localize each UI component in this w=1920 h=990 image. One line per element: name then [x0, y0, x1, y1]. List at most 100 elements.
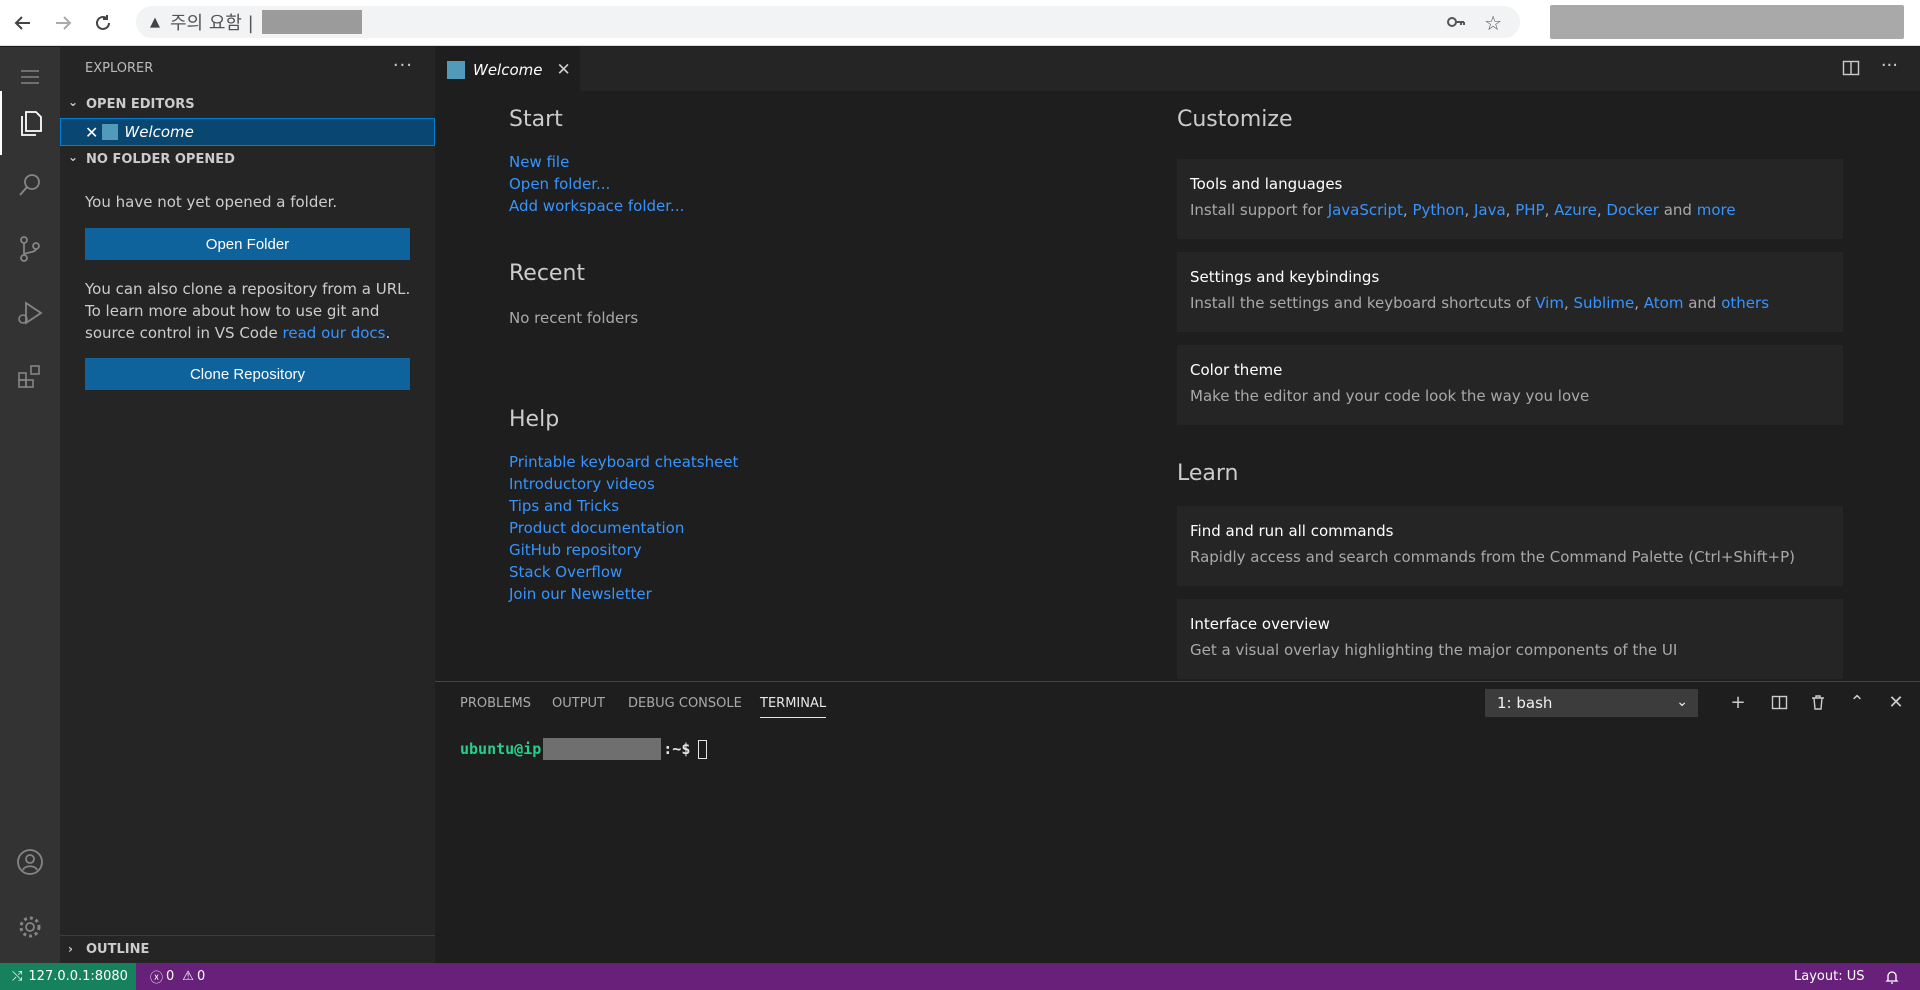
warning-icon: ⚠ [182, 969, 194, 984]
and-text: and [1663, 201, 1692, 219]
security-label: 주의 요함 | [170, 13, 254, 34]
tips-tricks-link[interactable]: Tips and Tricks [509, 497, 619, 515]
new-terminal-icon[interactable]: + [1726, 690, 1750, 714]
find-run-commands-card[interactable]: Find and run all commands Rapidly access… [1177, 506, 1843, 586]
reload-icon [96, 14, 110, 30]
back-button[interactable] [6, 6, 40, 40]
sublime-link[interactable]: Sublime [1573, 294, 1634, 312]
editor-more-actions-icon[interactable]: ··· [1881, 55, 1898, 76]
card-desc-prefix: Install the settings and keyboard shortc… [1190, 294, 1536, 312]
kill-terminal-icon[interactable] [1806, 690, 1830, 714]
github-repo-link[interactable]: GitHub repository [509, 541, 642, 559]
java-link[interactable]: Java [1474, 201, 1506, 219]
docker-link[interactable]: Docker [1606, 201, 1659, 219]
open-editor-item-welcome[interactable]: ✕ Welcome [60, 118, 435, 146]
search-button[interactable] [0, 155, 60, 215]
clone-text-line-3: source control in VS Code read our docs. [85, 322, 415, 344]
card-title: Tools and languages [1190, 175, 1343, 193]
back-icon [14, 15, 30, 30]
source-control-button[interactable] [0, 219, 60, 279]
color-theme-card[interactable]: Color theme Make the editor and your cod… [1177, 345, 1843, 425]
no-folder-header[interactable]: ⌄ NO FOLDER OPENED [60, 147, 435, 171]
atom-link[interactable]: Atom [1644, 294, 1684, 312]
terminal-prompt[interactable]: ubuntu@ip :~$ [460, 738, 708, 760]
recent-heading: Recent [509, 261, 586, 286]
bookmark-star-icon[interactable]: ☆ [1484, 11, 1502, 35]
close-tab-icon[interactable]: ✕ [557, 60, 571, 80]
status-bar: ⤭ 127.0.0.1:8080 ⓧ 0 ⚠ 0 Layout: US [0, 963, 1920, 990]
prompt-suffix: :~$ [663, 740, 691, 758]
outline-header[interactable]: › OUTLINE [60, 935, 435, 963]
javascript-link[interactable]: JavaScript [1328, 201, 1403, 219]
forward-button[interactable] [46, 6, 80, 40]
customize-heading: Customize [1177, 107, 1293, 132]
php-link[interactable]: PHP [1515, 201, 1544, 219]
keyboard-cheatsheet-link[interactable]: Printable keyboard cheatsheet [509, 453, 738, 471]
tab-output[interactable]: OUTPUT [552, 696, 605, 711]
prompt-user: ubuntu@ip [460, 740, 542, 758]
read-docs-link[interactable]: read our docs [283, 324, 386, 342]
keyboard-layout[interactable]: Layout: US [1794, 963, 1864, 990]
open-editors-header[interactable]: ⌄ OPEN EDITORS [60, 92, 435, 116]
interface-overview-card[interactable]: Interface overview Get a visual overlay … [1177, 599, 1843, 679]
more-actions-icon[interactable]: ··· [393, 55, 413, 76]
close-panel-icon[interactable]: ✕ [1884, 690, 1908, 714]
key-icon[interactable] [1446, 12, 1466, 36]
problems-status[interactable]: ⓧ 0 ⚠ 0 [150, 963, 205, 990]
intro-videos-link[interactable]: Introductory videos [509, 475, 655, 493]
extensions-button[interactable] [0, 347, 60, 407]
run-debug-icon [18, 301, 43, 325]
more-link[interactable]: more [1697, 201, 1736, 219]
explorer-button[interactable] [0, 91, 60, 155]
open-folder-link[interactable]: Open folder... [509, 175, 610, 193]
run-debug-button[interactable] [0, 283, 60, 343]
remote-indicator[interactable]: ⤭ 127.0.0.1:8080 [0, 963, 136, 990]
add-workspace-folder-link[interactable]: Add workspace folder... [509, 197, 684, 215]
clone-repository-button[interactable]: Clone Repository [85, 358, 410, 390]
manage-button[interactable] [0, 897, 60, 957]
clone-help-text: You can also clone a repository from a U… [85, 278, 415, 344]
address-bar[interactable]: ▲ 주의 요함 | ☆ [136, 6, 1520, 38]
split-editor-icon[interactable] [1842, 59, 1860, 81]
newsletter-link[interactable]: Join our Newsletter [509, 585, 652, 603]
error-count: 0 [166, 969, 175, 984]
split-terminal-icon[interactable] [1767, 690, 1791, 714]
tools-languages-card[interactable]: Tools and languages Install support for … [1177, 159, 1843, 239]
card-description: Make the editor and your code look the w… [1190, 387, 1590, 405]
card-desc-prefix: Install support for [1190, 201, 1328, 219]
card-title: Settings and keybindings [1190, 268, 1380, 286]
open-folder-button[interactable]: Open Folder [85, 228, 410, 260]
outline-label: OUTLINE [86, 942, 150, 957]
tab-welcome[interactable]: Welcome ✕ [435, 47, 580, 91]
python-link[interactable]: Python [1412, 201, 1464, 219]
welcome-file-icon [447, 60, 465, 79]
tab-label: Welcome [473, 60, 543, 79]
file-icon [102, 124, 119, 140]
settings-keybindings-card[interactable]: Settings and keybindings Install the set… [1177, 252, 1843, 332]
menu-icon [21, 70, 39, 84]
tab-terminal[interactable]: TERMINAL [760, 696, 827, 718]
product-docs-link[interactable]: Product documentation [509, 519, 684, 537]
tab-debug-console[interactable]: DEBUG CONSOLE [628, 696, 742, 711]
new-file-link[interactable]: New file [509, 153, 569, 171]
redacted-profile-area [1550, 5, 1904, 39]
card-title: Interface overview [1190, 615, 1330, 633]
chevron-down-icon: ⌄ [68, 95, 79, 109]
reload-button[interactable] [86, 6, 120, 40]
notifications-bell-icon[interactable] [1884, 963, 1900, 990]
card-title: Find and run all commands [1190, 522, 1394, 540]
terminal-select[interactable]: 1: bash ⌄ [1485, 689, 1698, 717]
no-folder-label: NO FOLDER OPENED [86, 151, 235, 167]
learn-heading: Learn [1177, 461, 1239, 486]
remote-icon: ⤭ [12, 969, 23, 984]
extensions-icon [18, 365, 40, 388]
vim-link[interactable]: Vim [1535, 294, 1564, 312]
azure-link[interactable]: Azure [1554, 201, 1597, 219]
tab-problems[interactable]: PROBLEMS [460, 696, 531, 711]
others-link[interactable]: others [1721, 294, 1769, 312]
close-icon[interactable]: ✕ [85, 123, 98, 142]
accounts-button[interactable] [0, 832, 60, 892]
stack-overflow-link[interactable]: Stack Overflow [509, 563, 622, 581]
clone-period: . [385, 324, 391, 342]
maximize-panel-icon[interactable]: ⌃ [1845, 690, 1869, 714]
